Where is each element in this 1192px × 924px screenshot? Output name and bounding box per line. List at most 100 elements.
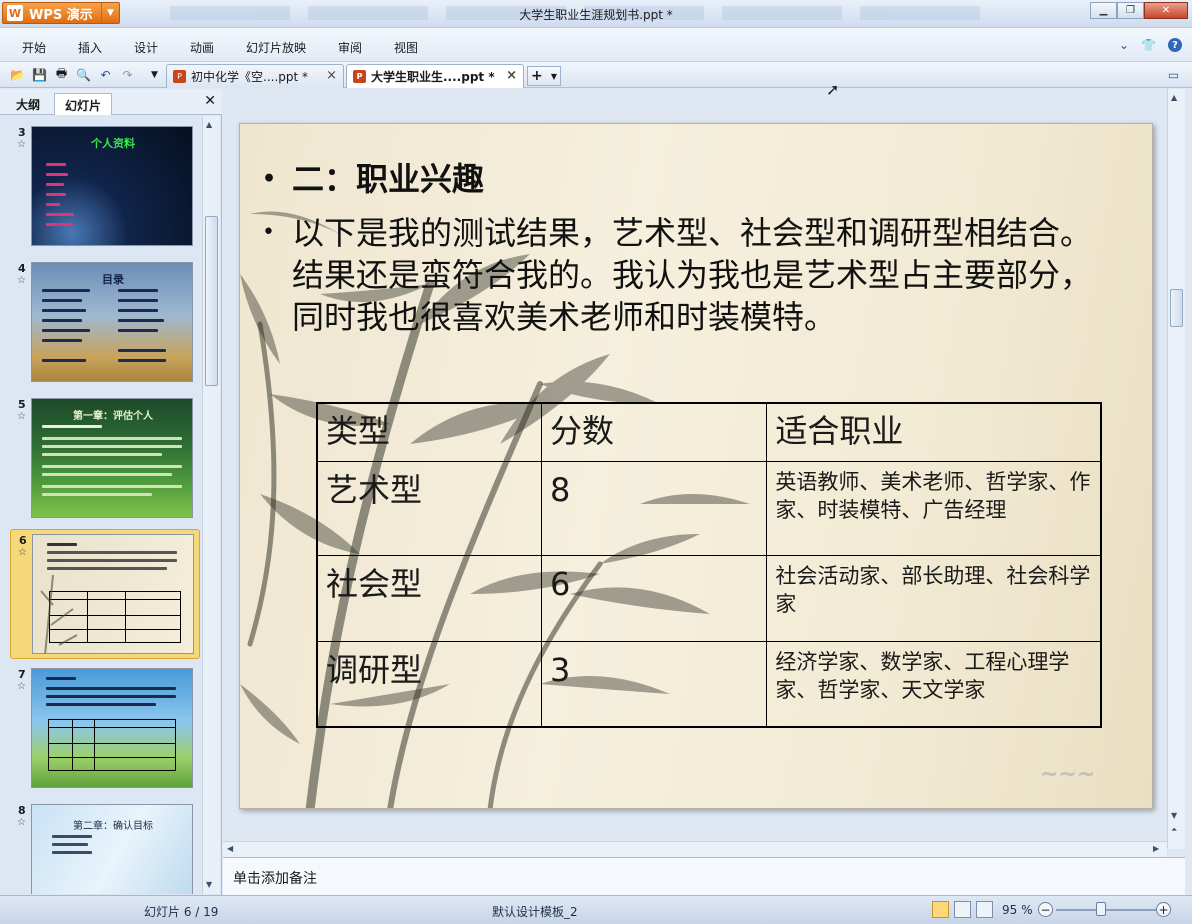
zoom-slider-track[interactable] [1056,909,1156,911]
notes-placeholder: 单击添加备注 [233,871,317,887]
thumb-title: 第二章：确认目标 [73,821,153,832]
normal-view-icon[interactable] [932,901,949,918]
thumbnail-list: 3 ☆ 个人资料 4 ☆ 目录 5 ☆ 第一章：评估个人 6 ☆ 7 ☆ 8 ☆… [0,116,202,894]
menu-view[interactable]: 视图 [394,39,418,56]
zoom-out-icon[interactable]: − [1038,902,1053,917]
menu-animation[interactable]: 动画 [190,39,214,56]
table-cell-score[interactable]: 8 [540,460,768,556]
bullet-icon: • [262,220,275,245]
slide-heading-bullet[interactable]: • 二：职业兴趣 [262,158,484,200]
slideshow-view-icon[interactable] [976,901,993,918]
tab-outline[interactable]: 大纲 [6,93,50,115]
thumbnail-slide-4[interactable]: 4 ☆ 目录 [10,258,200,388]
table-header-row: 类型 分数 适合职业 [316,402,1102,462]
slide-body-bullet[interactable]: • 以下是我的测试结果，艺术型、社会型和调研型相结合。结果还是蛮符合我的。我认为… [262,212,1122,338]
menu-design[interactable]: 设计 [134,39,158,56]
thumbnail-slide-8[interactable]: 8 ☆ 第二章：确认目标 [10,800,200,894]
thumb-number: 5 [18,398,26,411]
bullet-icon: • [262,166,277,192]
undo-icon[interactable]: ↶ [97,66,114,83]
print-icon[interactable]: 🖶 [53,66,70,83]
table-cell-type[interactable]: 社会型 [316,554,542,642]
interest-table[interactable]: 类型 分数 适合职业 艺术型 8 英语教师、美术老师、哲学家、作家、时装模特、广… [316,402,1102,728]
chevron-down-icon: ▼ [550,71,557,81]
thumb-number: 4 [18,262,26,275]
thumbnail-slide-6[interactable]: 6 ☆ [10,529,200,659]
previous-slide-icon[interactable]: ⏶ [1171,825,1177,835]
collapse-ribbon-icon[interactable]: ⌄ [1119,38,1129,52]
save-icon[interactable]: 💾 [31,66,48,83]
thumbnail-slide-3[interactable]: 3 ☆ 个人资料 [10,122,200,252]
table-header-cell[interactable]: 类型 [316,402,542,462]
table-cell-jobs[interactable]: 英语教师、美术老师、哲学家、作家、时装模特、广告经理 [766,460,1102,556]
editor-vertical-scrollbar[interactable]: ▲ ▼ ⏶ [1167,89,1185,849]
current-slide[interactable]: • 二：职业兴趣 • 以下是我的测试结果，艺术型、社会型和调研型相结合。结果还是… [239,123,1153,809]
menu-slideshow[interactable]: 幻灯片放映 [246,39,306,56]
table-cell-jobs[interactable]: 社会活动家、部长助理、社会科学家 [766,554,1102,642]
scroll-thumb[interactable] [205,216,218,386]
thumb-preview: 第二章：确认目标 [31,804,193,894]
menu-review[interactable]: 审阅 [338,39,362,56]
chevron-down-icon[interactable]: ▼ [101,3,119,23]
table-row: 艺术型 8 英语教师、美术老师、哲学家、作家、时装模特、广告经理 [316,460,1102,556]
thumb-preview: 第一章：评估个人 [31,398,193,518]
zoom-level: 95 % [1002,903,1033,917]
notes-pane[interactable]: 单击添加备注 [223,857,1185,895]
table-cell-jobs[interactable]: 经济学家、数学家、工程心理学家、哲学家、天文学家 [766,640,1102,728]
background-taskbar-ghost [170,6,1070,22]
editor-horizontal-scrollbar[interactable]: ◀ ▶ [223,841,1167,857]
quick-access-toolbar: 📂 💾 🖶 🔍 ↶ ↷ ▼ P 初中化学《空....ppt * × P 大学生职… [0,62,1192,88]
doc-tab-chemistry[interactable]: P 初中化学《空....ppt * × [166,64,344,88]
close-window-button[interactable]: ✕ [1144,2,1188,19]
skin-shirt-icon[interactable]: 👕 [1141,38,1156,52]
close-tab-icon[interactable]: × [326,68,337,83]
tab-slides[interactable]: 幻灯片 [54,93,113,115]
star-icon: ☆ [18,547,27,558]
table-cell-score[interactable]: 3 [540,640,768,728]
scroll-up-icon[interactable]: ▲ [1171,93,1177,102]
scroll-right-icon[interactable]: ▶ [1153,844,1159,853]
title-bar: W WPS 演示 ▼ 大学生职业生涯规划书.ppt * ▁ ❐ ✕ [0,0,1192,28]
star-icon: ☆ [17,817,26,828]
scroll-left-icon[interactable]: ◀ [227,844,233,853]
print-preview-icon[interactable]: 🔍 [75,66,92,83]
minimize-button[interactable]: ▁ [1090,2,1117,19]
slide-indicator: 幻灯片 6 / 19 [144,905,219,919]
scroll-thumb[interactable] [1170,289,1183,327]
doc-tab-career-plan[interactable]: P 大学生职业生....ppt * × [346,64,524,88]
scroll-down-icon[interactable]: ▼ [1171,811,1177,820]
thumb-title: 第一章：评估个人 [73,411,153,422]
thumb-preview: 目录 [31,262,193,382]
customize-toolbar-icon[interactable]: ▼ [146,66,163,83]
zoom-in-icon[interactable]: + [1156,902,1171,917]
slide-body-text: 以下是我的测试结果，艺术型、社会型和调研型相结合。结果还是蛮符合我的。我认为我也… [292,214,1093,336]
thumbnail-slide-5[interactable]: 5 ☆ 第一章：评估个人 [10,394,200,524]
table-cell-type[interactable]: 调研型 [316,640,542,728]
help-icon[interactable]: ? [1168,38,1182,52]
star-icon: ☆ [17,411,26,422]
scroll-down-icon[interactable]: ▼ [206,880,212,889]
menu-insert[interactable]: 插入 [78,39,102,56]
thumbnail-slide-7[interactable]: 7 ☆ [10,664,200,794]
window-layout-icon[interactable]: ▭ [1165,66,1182,83]
slide-sorter-view-icon[interactable] [954,901,971,918]
table-header-cell[interactable]: 适合职业 [766,402,1102,462]
open-folder-icon[interactable]: 📂 [9,66,26,83]
table-cell-type[interactable]: 艺术型 [316,460,542,556]
table-header-cell[interactable]: 分数 [540,402,768,462]
redo-icon[interactable]: ↷ [119,66,136,83]
thumb-number: 6 [19,534,27,547]
thumbnail-scrollbar[interactable]: ▲ ▼ [202,116,220,894]
new-tab-button[interactable]: + ▼ [527,66,561,86]
close-panel-icon[interactable]: ✕ [204,93,216,109]
star-icon: ☆ [17,275,26,286]
thumb-number: 3 [18,126,26,139]
close-tab-icon[interactable]: × [506,68,517,83]
plus-icon: + [531,68,543,84]
zoom-slider-handle[interactable] [1096,902,1106,916]
scroll-up-icon[interactable]: ▲ [206,120,212,129]
wps-app-menu-button[interactable]: W WPS 演示 ▼ [2,2,120,24]
table-cell-score[interactable]: 6 [540,554,768,642]
menu-home[interactable]: 开始 [22,39,46,56]
maximize-button[interactable]: ❐ [1117,2,1144,19]
